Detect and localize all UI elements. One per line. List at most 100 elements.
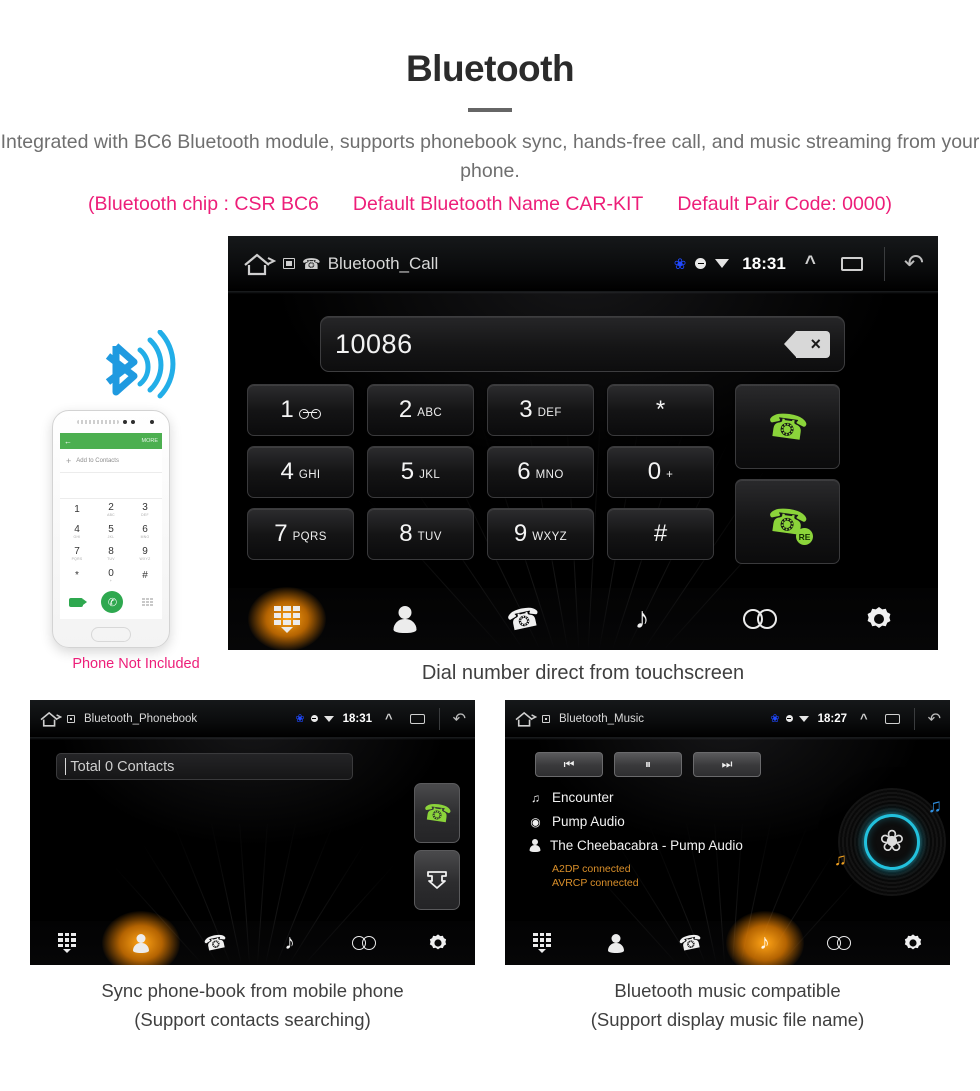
phone-key: 8 TUV [94, 543, 128, 565]
bottom-nav: ☎ ♪ [505, 921, 950, 965]
wifi-icon [715, 259, 730, 268]
nav-music[interactable]: ♪ [253, 921, 327, 965]
link-icon [826, 935, 851, 952]
chevron-up-icon[interactable]: ^ [385, 711, 393, 726]
key-5[interactable]: 5 JKL [367, 446, 474, 498]
key-star[interactable]: * [607, 384, 714, 436]
key-4[interactable]: 4 GHI [247, 446, 354, 498]
call-button[interactable]: ☎ [414, 783, 460, 843]
head-unit-music-screen: Bluetooth_Music ❀ 18:27 ^ ↶ ⏮ ⏸ ⏭ ♫ Enco… [505, 700, 950, 965]
key-3[interactable]: 3 DEF [487, 384, 594, 436]
nav-contacts[interactable] [346, 588, 464, 650]
key-hash[interactable]: # [607, 508, 714, 560]
key-sub: DEF [537, 406, 562, 419]
next-button[interactable]: ⏭ [693, 752, 761, 777]
artist-icon [529, 839, 540, 852]
phone-key-num: 7 [74, 546, 80, 557]
call-button[interactable]: ☎ [735, 384, 840, 469]
nav-settings[interactable] [401, 921, 475, 965]
nav-contacts[interactable] [104, 921, 178, 965]
contacts-search-input[interactable]: Total 0 Contacts [56, 753, 353, 780]
phone-key-num: # [142, 570, 148, 581]
artwork-ring: ❀ [864, 814, 920, 870]
phone-sensor [131, 420, 135, 424]
key-1[interactable]: 1 [247, 384, 354, 436]
chevron-up-icon[interactable]: ^ [860, 711, 868, 726]
album-disc-icon: ◉ [530, 814, 541, 829]
dnd-icon [695, 258, 707, 269]
spec-chip: (Bluetooth chip : CSR BC6 [88, 193, 319, 215]
nav-settings[interactable] [820, 588, 938, 650]
nav-link[interactable] [802, 921, 876, 965]
nav-call-log[interactable]: ☎ [465, 588, 583, 650]
key-sub: WXYZ [532, 530, 568, 543]
phone-back-icon: ← [64, 436, 72, 446]
phone-key: 1 [60, 499, 94, 521]
keypad-icon [58, 932, 77, 954]
back-icon[interactable]: ↶ [904, 249, 924, 278]
wifi-icon [798, 715, 809, 722]
nav-keypad[interactable] [505, 921, 579, 965]
key-8[interactable]: 8 TUV [367, 508, 474, 560]
back-icon[interactable]: ↶ [928, 709, 941, 729]
page-root: Bluetooth Integrated with BC6 Bluetooth … [0, 0, 980, 1091]
phone-number-field [60, 473, 162, 499]
sd-card-icon [542, 714, 550, 723]
caption-line-1: Bluetooth music compatible [614, 980, 841, 1001]
track-album: Pump Audio [552, 814, 625, 829]
phone-key-num: 6 [142, 524, 148, 535]
nav-settings[interactable] [876, 921, 950, 965]
chevron-up-icon[interactable]: ^ [805, 253, 816, 275]
track-album-row: ◉ Pump Audio [529, 814, 743, 829]
dial-number-input[interactable]: 10086 × [320, 316, 845, 372]
back-icon[interactable]: ↶ [453, 709, 466, 729]
status-bar-right: ❀ 18:31 ^ ↶ [295, 707, 466, 730]
key-6[interactable]: 6 MNO [487, 446, 594, 498]
nav-music[interactable]: ♪ [728, 921, 802, 965]
backspace-icon[interactable]: × [784, 330, 830, 358]
nav-keypad[interactable] [228, 588, 346, 650]
home-icon[interactable] [242, 251, 276, 277]
key-sub: GHI [298, 468, 321, 481]
head-unit-call-screen: ☎ Bluetooth_Call ❀ 18:31 ^ ↶ 10086 × 1 2… [228, 236, 938, 650]
previous-button[interactable]: ⏮ [535, 752, 603, 777]
head-unit-phonebook-screen: Bluetooth_Phonebook ❀ 18:31 ^ ↶ Total 0 … [30, 700, 475, 965]
download-contacts-button[interactable] [414, 850, 460, 910]
nav-link[interactable] [327, 921, 401, 965]
redial-button[interactable]: ☎ RE [735, 479, 840, 564]
phone-key-num: 4 [74, 524, 80, 535]
screen-title: Bluetooth_Call [327, 253, 439, 273]
nav-contacts[interactable] [579, 921, 653, 965]
key-label: 1 [280, 396, 294, 423]
call-actions: ☎ ☎ RE [735, 384, 840, 564]
phone-key: 9 WXYZ [128, 543, 162, 565]
key-label: * [655, 396, 666, 423]
key-2[interactable]: 2 ABC [367, 384, 474, 436]
key-label: # [653, 520, 668, 547]
key-0[interactable]: 0 + [607, 446, 714, 498]
call-log-icon: ☎ [504, 600, 544, 637]
pause-button[interactable]: ⏸ [614, 752, 682, 777]
nav-music[interactable]: ♪ [583, 588, 701, 650]
keypad-icon [533, 932, 552, 954]
key-label: 5 [400, 458, 415, 485]
home-icon[interactable] [39, 710, 62, 728]
key-9[interactable]: 9 WXYZ [487, 508, 594, 560]
screen-title: Bluetooth_Music [559, 712, 645, 725]
contacts-icon [608, 933, 625, 953]
status-bar-right: ❀ 18:31 ^ ↶ [674, 246, 924, 281]
bottom-nav: ☎ ♪ [228, 588, 938, 650]
recents-icon[interactable] [840, 256, 863, 271]
contacts-count-label: Total 0 Contacts [70, 758, 175, 775]
nav-keypad[interactable] [30, 921, 104, 965]
key-7[interactable]: 7 PQRS [247, 508, 354, 560]
phonebook-body: Total 0 Contacts ☎ ☎ ♪ [30, 738, 475, 965]
nav-link[interactable] [701, 588, 819, 650]
home-icon[interactable] [514, 710, 537, 728]
status-bar-right: ❀ 18:27 ^ ↶ [770, 707, 941, 730]
recents-icon[interactable] [884, 713, 900, 724]
phone-key-sub: PQRS [71, 557, 83, 561]
nav-call-log[interactable]: ☎ [653, 921, 727, 965]
recents-icon[interactable] [409, 713, 425, 724]
nav-call-log[interactable]: ☎ [178, 921, 252, 965]
